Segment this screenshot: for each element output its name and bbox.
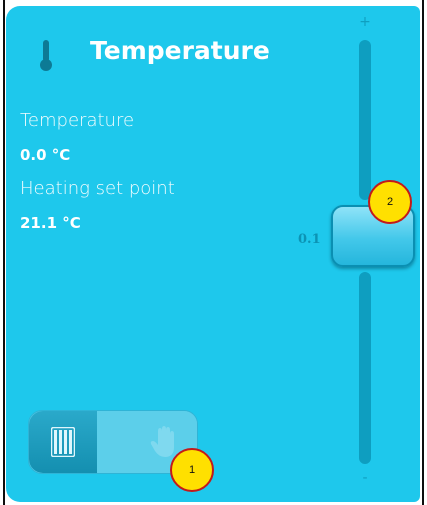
temperature-label: Temperature xyxy=(20,110,135,131)
slider-plus-label[interactable]: + xyxy=(357,14,373,30)
thermometer-icon xyxy=(40,40,52,71)
temperature-value: 0.0 °C xyxy=(20,146,71,164)
setpoint-value: 21.1 °C xyxy=(20,214,81,232)
annotation-badge-1-label: 1 xyxy=(188,464,196,476)
slider-minus-label[interactable]: - xyxy=(357,470,373,486)
slider-track-lower[interactable] xyxy=(359,272,371,464)
panel-title: Temperature xyxy=(90,36,270,65)
slider-track-upper[interactable] xyxy=(359,40,371,200)
annotation-badge-1: 1 xyxy=(170,448,214,492)
annotation-badge-2-label: 2 xyxy=(386,196,394,208)
window-border-right xyxy=(422,0,424,505)
slider-value-label: 0.1 xyxy=(298,232,321,247)
setpoint-label: Heating set point xyxy=(20,178,175,199)
window-border-left xyxy=(3,0,5,505)
radiator-icon xyxy=(51,427,75,457)
annotation-badge-2: 2 xyxy=(368,180,412,224)
